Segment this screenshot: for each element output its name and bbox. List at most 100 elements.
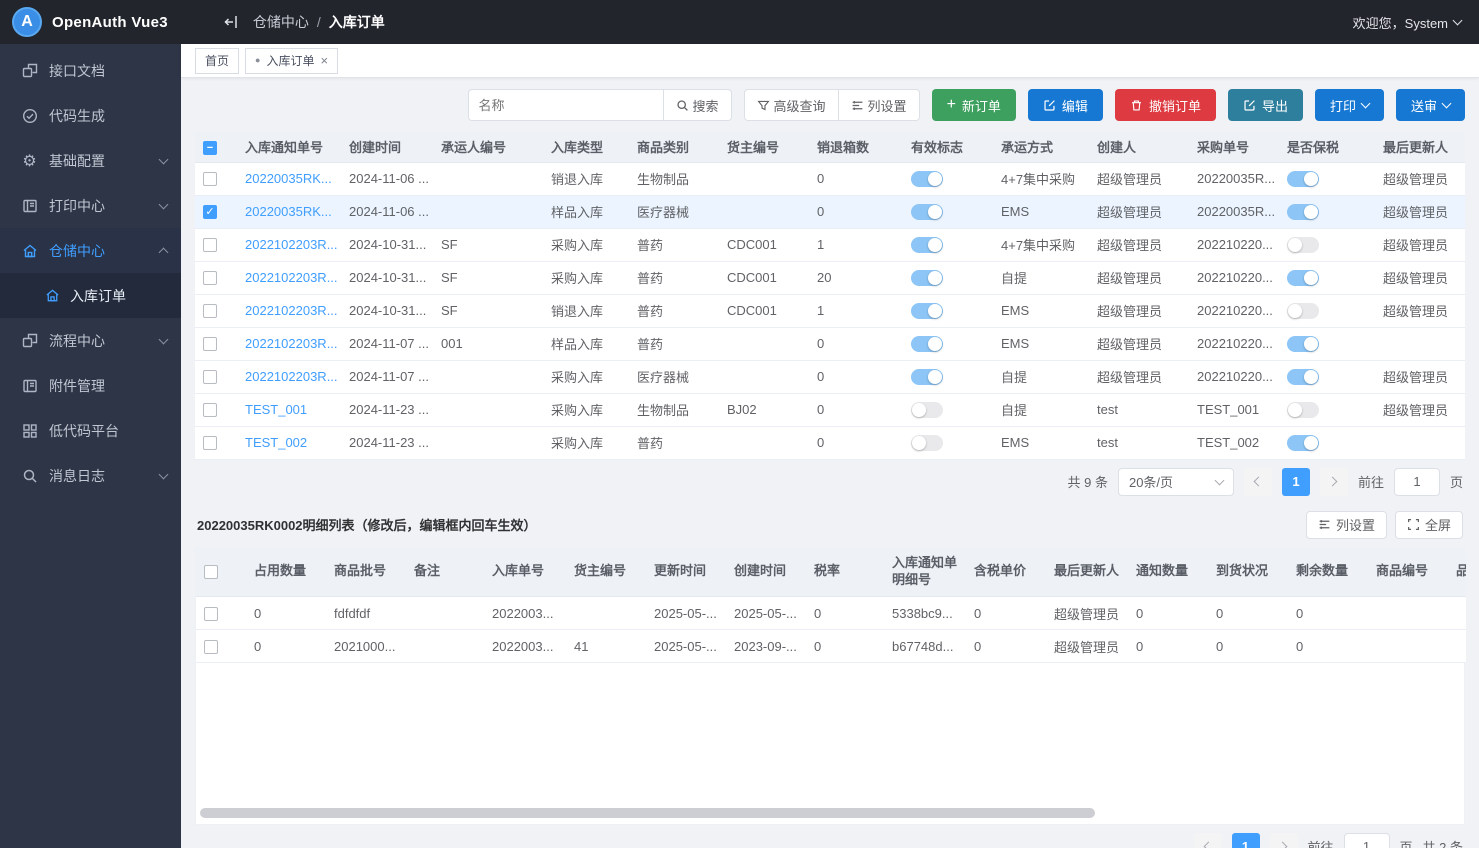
detail-col-header[interactable]: 商品批号 — [326, 547, 406, 597]
sidebar-item-warehouse-center[interactable]: 仓储中心 — [0, 228, 181, 273]
search-button[interactable]: 搜索 — [664, 89, 732, 121]
sidebar-item-lowcode-platform[interactable]: 低代码平台 — [0, 408, 181, 453]
table-row[interactable]: 2022102203R... 2024-11-07 ... 001 样品入库 普… — [195, 327, 1465, 360]
page-size-select[interactable]: 20条/页 — [1118, 468, 1234, 496]
table-row[interactable]: 2022102203R... 2024-11-07 ... 采购入库 医疗器械 … — [195, 360, 1465, 393]
bonded-toggle[interactable] — [1287, 369, 1319, 385]
detail-row[interactable]: 0 2021000... 2022003... 41 2025-05-... 2… — [196, 630, 1466, 663]
detail-col-header[interactable]: 入库单号 — [484, 547, 566, 597]
col-header[interactable]: 是否保税 — [1279, 132, 1375, 162]
sidebar-item-inbound-orders[interactable]: 入库订单 — [0, 273, 181, 318]
submit-review-button[interactable]: 送审 — [1396, 89, 1465, 121]
col-header[interactable]: 采购单号 — [1189, 132, 1279, 162]
row-checkbox[interactable] — [203, 370, 217, 384]
collapse-sidebar-icon[interactable] — [223, 14, 239, 30]
tab-inbound-orders[interactable]: ● 入库订单 × — [245, 48, 338, 74]
detail-col-header[interactable]: 品 — [1448, 547, 1466, 597]
col-header[interactable]: 承运人编号 — [433, 132, 543, 162]
row-checkbox[interactable] — [203, 403, 217, 417]
col-header[interactable]: 入库类型 — [543, 132, 629, 162]
table-row[interactable]: 2022102203R... 2024-10-31... SF 采购入库 普药 … — [195, 261, 1465, 294]
row-checkbox[interactable]: ✓ — [203, 205, 217, 219]
bonded-toggle[interactable] — [1287, 270, 1319, 286]
detail-col-header[interactable]: 入库通知单明细号 — [884, 547, 966, 597]
next-page-button[interactable] — [1320, 468, 1348, 496]
detail-column-settings-button[interactable]: 列设置 — [1306, 511, 1387, 539]
detail-col-header[interactable]: 到货状况 — [1208, 547, 1288, 597]
row-checkbox[interactable] — [203, 271, 217, 285]
col-header[interactable]: 承运方式 — [993, 132, 1089, 162]
sidebar-item-codegen[interactable]: 代码生成 — [0, 93, 181, 138]
advanced-query-button[interactable]: 高级查询 — [744, 89, 839, 121]
page-number-button[interactable]: 1 — [1282, 468, 1310, 496]
cancel-order-button[interactable]: 撤销订单 — [1115, 89, 1216, 121]
bonded-toggle[interactable] — [1287, 435, 1319, 451]
fullscreen-button[interactable]: 全屏 — [1395, 511, 1463, 539]
detail-col-header[interactable]: 商品编号 — [1368, 547, 1448, 597]
sidebar-item-attachments[interactable]: 附件管理 — [0, 363, 181, 408]
breadcrumb-parent[interactable]: 仓储中心 — [253, 12, 309, 32]
sidebar-item-base-config[interactable]: ⚙ 基础配置 — [0, 138, 181, 183]
detail-col-header[interactable]: 创建时间 — [726, 547, 806, 597]
valid-toggle[interactable] — [911, 303, 943, 319]
table-row[interactable]: 2022102203R... 2024-10-31... SF 销退入库 普药 … — [195, 294, 1465, 327]
col-header[interactable]: 货主编号 — [719, 132, 809, 162]
order-no-link[interactable]: 2022102203R... — [245, 336, 338, 351]
sidebar-item-message-logs[interactable]: 消息日志 — [0, 453, 181, 498]
prev-page-button[interactable] — [1244, 468, 1272, 496]
detail-col-header[interactable]: 更新时间 — [646, 547, 726, 597]
col-header[interactable]: 创建人 — [1089, 132, 1189, 162]
valid-toggle[interactable] — [911, 171, 943, 187]
bonded-toggle[interactable] — [1287, 402, 1319, 418]
valid-toggle[interactable] — [911, 237, 943, 253]
export-button[interactable]: 导出 — [1228, 89, 1303, 121]
detail-col-header[interactable]: 最后更新人 — [1046, 547, 1128, 597]
valid-toggle[interactable] — [911, 369, 943, 385]
order-no-link[interactable]: 2022102203R... — [245, 369, 338, 384]
col-header[interactable]: 入库通知单号 — [237, 132, 341, 162]
close-icon[interactable]: × — [320, 54, 328, 67]
detail-next-page-button[interactable] — [1270, 833, 1298, 848]
bonded-toggle[interactable] — [1287, 204, 1319, 220]
search-input[interactable] — [468, 89, 664, 121]
row-checkbox[interactable] — [203, 238, 217, 252]
detail-page-number-button[interactable]: 1 — [1232, 833, 1260, 848]
col-header[interactable]: 创建时间 — [341, 132, 433, 162]
detail-row[interactable]: 0 fdfdfdf 2022003... 2025-05-... 2025-05… — [196, 597, 1466, 630]
sidebar-item-api-docs[interactable]: 接口文档 — [0, 48, 181, 93]
col-header[interactable]: 商品类别 — [629, 132, 719, 162]
user-menu[interactable]: 欢迎您，System — [1353, 13, 1461, 32]
table-row[interactable]: 2022102203R... 2024-10-31... SF 采购入库 普药 … — [195, 228, 1465, 261]
bonded-toggle[interactable] — [1287, 336, 1319, 352]
row-checkbox[interactable] — [203, 304, 217, 318]
detail-col-header[interactable]: 通知数量 — [1128, 547, 1208, 597]
col-header[interactable]: 最后更新人 — [1375, 132, 1465, 162]
sidebar-item-print-center[interactable]: 打印中心 — [0, 183, 181, 228]
detail-col-header[interactable]: 备注 — [406, 547, 484, 597]
table-row[interactable]: TEST_002 2024-11-23 ... 采购入库 普药 0 EMS te… — [195, 426, 1465, 459]
detail-col-header[interactable]: 货主编号 — [566, 547, 646, 597]
edit-button[interactable]: 编辑 — [1028, 89, 1103, 121]
select-all-checkbox[interactable]: − — [203, 141, 217, 155]
order-no-link[interactable]: 20220035RK... — [245, 171, 332, 186]
horizontal-scrollbar[interactable] — [200, 808, 1095, 818]
table-row[interactable]: 20220035RK... 2024-11-06 ... 销退入库 生物制品 0… — [195, 162, 1465, 195]
print-button[interactable]: 打印 — [1315, 89, 1384, 121]
detail-row-checkbox[interactable] — [204, 640, 218, 654]
col-header[interactable]: 有效标志 — [903, 132, 993, 162]
row-checkbox[interactable] — [203, 172, 217, 186]
detail-select-all-checkbox[interactable] — [204, 565, 218, 579]
tab-home[interactable]: 首页 — [195, 48, 239, 74]
bonded-toggle[interactable] — [1287, 303, 1319, 319]
sidebar-item-workflow-center[interactable]: 流程中心 — [0, 318, 181, 363]
bonded-toggle[interactable] — [1287, 237, 1319, 253]
detail-prev-page-button[interactable] — [1194, 833, 1222, 848]
valid-toggle[interactable] — [911, 435, 943, 451]
detail-col-header[interactable]: 含税单价 — [966, 547, 1046, 597]
detail-col-header[interactable]: 剩余数量 — [1288, 547, 1368, 597]
goto-page-input[interactable] — [1394, 468, 1440, 496]
detail-row-checkbox[interactable] — [204, 607, 218, 621]
col-header[interactable]: 销退箱数 — [809, 132, 903, 162]
row-checkbox[interactable] — [203, 337, 217, 351]
valid-toggle[interactable] — [911, 336, 943, 352]
